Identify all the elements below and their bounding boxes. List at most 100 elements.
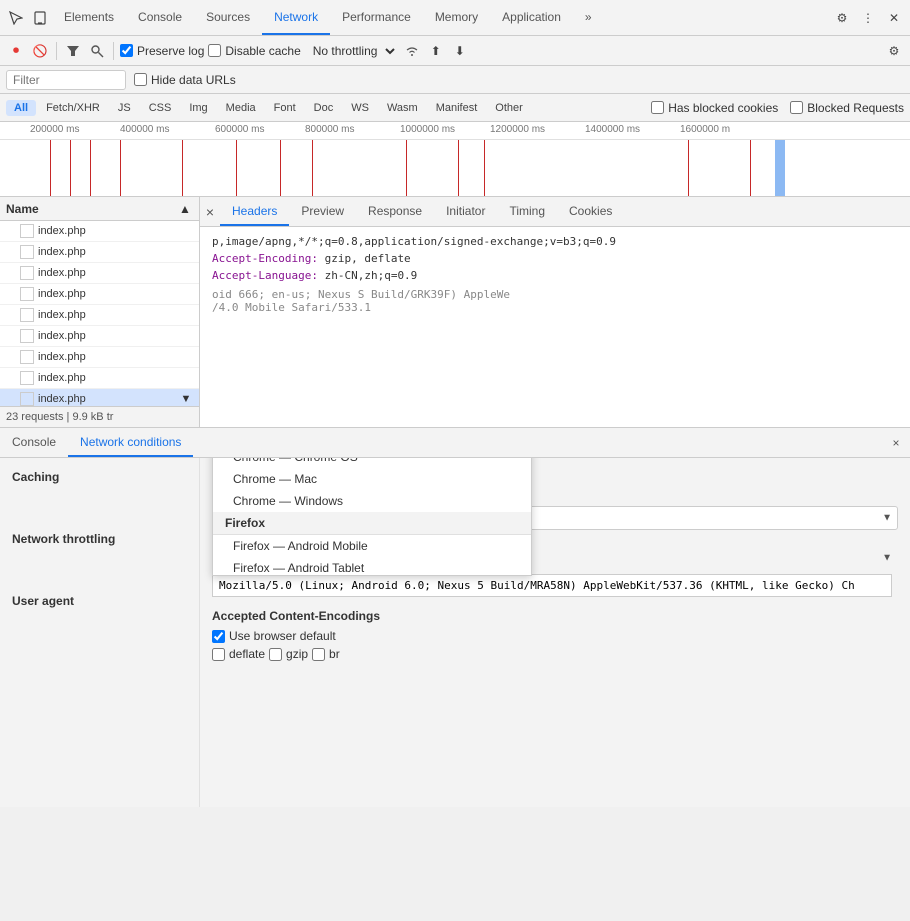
caching-section: Caching bbox=[12, 470, 187, 484]
request-list-items[interactable]: index.php index.php index.php index.php … bbox=[0, 221, 199, 406]
use-browser-default-checkbox[interactable] bbox=[212, 630, 225, 643]
clear-button[interactable]: 🚫 bbox=[30, 41, 50, 61]
type-btn-all[interactable]: All bbox=[6, 100, 36, 116]
ua-string-input[interactable] bbox=[212, 574, 892, 597]
request-item-5[interactable]: index.php bbox=[0, 326, 199, 347]
type-btn-ws[interactable]: WS bbox=[343, 100, 377, 116]
type-btn-font[interactable]: Font bbox=[266, 100, 304, 116]
wifi-icon[interactable] bbox=[402, 41, 422, 61]
settings-icon[interactable]: ⚙ bbox=[830, 6, 854, 30]
request-item-6[interactable]: index.php bbox=[0, 347, 199, 368]
type-filter-right: Has blocked cookies Blocked Requests bbox=[651, 101, 904, 115]
bottom-tabs: Console Network conditions × bbox=[0, 428, 910, 458]
detail-tab-response[interactable]: Response bbox=[356, 197, 434, 226]
sep2 bbox=[113, 42, 114, 60]
detail-extra-1: oid 666; en-us; Nexus S Build/GRK39F) Ap… bbox=[212, 288, 898, 301]
request-list-footer: 23 requests | 9.9 kB tr bbox=[0, 406, 199, 427]
tab-application[interactable]: Application bbox=[490, 0, 573, 35]
tab-sources[interactable]: Sources bbox=[194, 0, 262, 35]
preserve-log-text: Preserve log bbox=[137, 44, 204, 58]
tab-more[interactable]: » bbox=[573, 0, 604, 35]
download-icon[interactable]: ⬇ bbox=[450, 41, 470, 61]
filter-input[interactable] bbox=[6, 70, 126, 90]
tl-bar-11 bbox=[484, 140, 485, 196]
detail-tab-timing[interactable]: Timing bbox=[497, 197, 557, 226]
ua-string-container bbox=[212, 574, 898, 597]
deflate-checkbox[interactable] bbox=[212, 648, 225, 661]
hide-data-urls-label[interactable]: Hide data URLs bbox=[134, 73, 236, 87]
detail-line-1: Accept-Encoding: gzip, deflate bbox=[212, 252, 898, 265]
tab-performance[interactable]: Performance bbox=[330, 0, 423, 35]
type-btn-img[interactable]: Img bbox=[181, 100, 215, 116]
inspect-icon[interactable] bbox=[4, 6, 28, 30]
request-item-3[interactable]: index.php bbox=[0, 284, 199, 305]
has-blocked-cookies-checkbox[interactable] bbox=[651, 101, 664, 114]
more-options-icon[interactable]: ⋮ bbox=[856, 6, 880, 30]
detail-tab-cookies[interactable]: Cookies bbox=[557, 197, 624, 226]
disable-cache-label[interactable]: Disable cache bbox=[208, 44, 300, 58]
scroll-down-icon[interactable]: ▼ bbox=[179, 392, 193, 406]
request-item-8[interactable]: index.php ▼ bbox=[0, 389, 199, 406]
bottom-right: No throttling Presets Custom ▼ Android A… bbox=[200, 458, 910, 807]
request-item-2[interactable]: index.php bbox=[0, 263, 199, 284]
type-btn-doc[interactable]: Doc bbox=[306, 100, 342, 116]
br-checkbox[interactable] bbox=[312, 648, 325, 661]
request-item-4[interactable]: index.php bbox=[0, 305, 199, 326]
scroll-up-icon[interactable]: ▲ bbox=[177, 201, 193, 217]
detail-tab-initiator[interactable]: Initiator bbox=[434, 197, 497, 226]
bottom-tab-console[interactable]: Console bbox=[0, 428, 68, 457]
filter-icon[interactable] bbox=[63, 41, 83, 61]
ua-item-chrome-mac[interactable]: Chrome — Mac bbox=[213, 468, 531, 490]
user-agent-controls: Android Android (4.0.2) Browser — Galaxy… bbox=[212, 546, 898, 661]
tab-console[interactable]: Console bbox=[126, 0, 194, 35]
user-agent-title: User agent bbox=[12, 594, 187, 608]
search-icon[interactable] bbox=[87, 41, 107, 61]
throttle-select[interactable]: No throttling bbox=[305, 41, 398, 61]
bottom-content: Caching Network throttling User agent No… bbox=[0, 458, 910, 807]
has-blocked-cookies-text: Has blocked cookies bbox=[668, 101, 778, 115]
gzip-checkbox[interactable] bbox=[269, 648, 282, 661]
tl-bar-1 bbox=[50, 140, 51, 196]
gzip-label: gzip bbox=[286, 647, 308, 661]
type-btn-wasm[interactable]: Wasm bbox=[379, 100, 426, 116]
upload-icon[interactable]: ⬆ bbox=[426, 41, 446, 61]
ua-item-firefox-android-tablet[interactable]: Firefox — Android Tablet bbox=[213, 557, 531, 576]
device-icon[interactable] bbox=[28, 6, 52, 30]
name-column-header: Name bbox=[6, 202, 39, 216]
type-btn-css[interactable]: CSS bbox=[141, 100, 180, 116]
hide-data-urls-checkbox[interactable] bbox=[134, 73, 147, 86]
type-btn-media[interactable]: Media bbox=[218, 100, 264, 116]
detail-tab-preview[interactable]: Preview bbox=[289, 197, 356, 226]
blocked-requests-label[interactable]: Blocked Requests bbox=[790, 101, 904, 115]
close-devtools-icon[interactable]: ✕ bbox=[882, 6, 906, 30]
bottom-tab-network-conditions[interactable]: Network conditions bbox=[68, 428, 193, 457]
type-btn-js[interactable]: JS bbox=[110, 100, 139, 116]
request-item-7[interactable]: index.php bbox=[0, 368, 199, 389]
tl-bar-2 bbox=[70, 140, 71, 196]
request-item-0[interactable]: index.php bbox=[0, 221, 199, 242]
detail-close-btn[interactable]: × bbox=[200, 197, 220, 226]
has-blocked-cookies-label[interactable]: Has blocked cookies bbox=[651, 101, 778, 115]
ua-item-firefox-android-mobile[interactable]: Firefox — Android Mobile bbox=[213, 535, 531, 557]
ua-item-chrome-chromeos[interactable]: Chrome — Chrome OS bbox=[213, 458, 531, 468]
tab-memory[interactable]: Memory bbox=[423, 0, 490, 35]
record-button[interactable]: ⏺ bbox=[6, 41, 26, 61]
preserve-log-checkbox[interactable] bbox=[120, 44, 133, 57]
type-btn-fetch[interactable]: Fetch/XHR bbox=[38, 100, 108, 116]
request-item-1[interactable]: index.php bbox=[0, 242, 199, 263]
tab-elements[interactable]: Elements bbox=[52, 0, 126, 35]
tab-network[interactable]: Network bbox=[262, 0, 330, 35]
ua-dropdown[interactable]: Android Android (4.0.2) Browser — Galaxy… bbox=[212, 458, 532, 576]
blocked-requests-checkbox[interactable] bbox=[790, 101, 803, 114]
ua-item-chrome-windows[interactable]: Chrome — Windows bbox=[213, 490, 531, 512]
bottom-close-btn[interactable]: × bbox=[882, 428, 910, 457]
accepted-encodings-section: Accepted Content-Encodings Use browser d… bbox=[212, 609, 898, 661]
type-btn-manifest[interactable]: Manifest bbox=[428, 100, 486, 116]
network-settings-icon[interactable]: ⚙ bbox=[884, 41, 904, 61]
type-btn-other[interactable]: Other bbox=[487, 100, 531, 116]
detail-tab-headers[interactable]: Headers bbox=[220, 197, 289, 226]
disable-cache-checkbox[interactable] bbox=[208, 44, 221, 57]
tl-bar-7 bbox=[280, 140, 281, 196]
preserve-log-label[interactable]: Preserve log bbox=[120, 44, 204, 58]
tl-label-0: 200000 ms bbox=[30, 124, 79, 135]
